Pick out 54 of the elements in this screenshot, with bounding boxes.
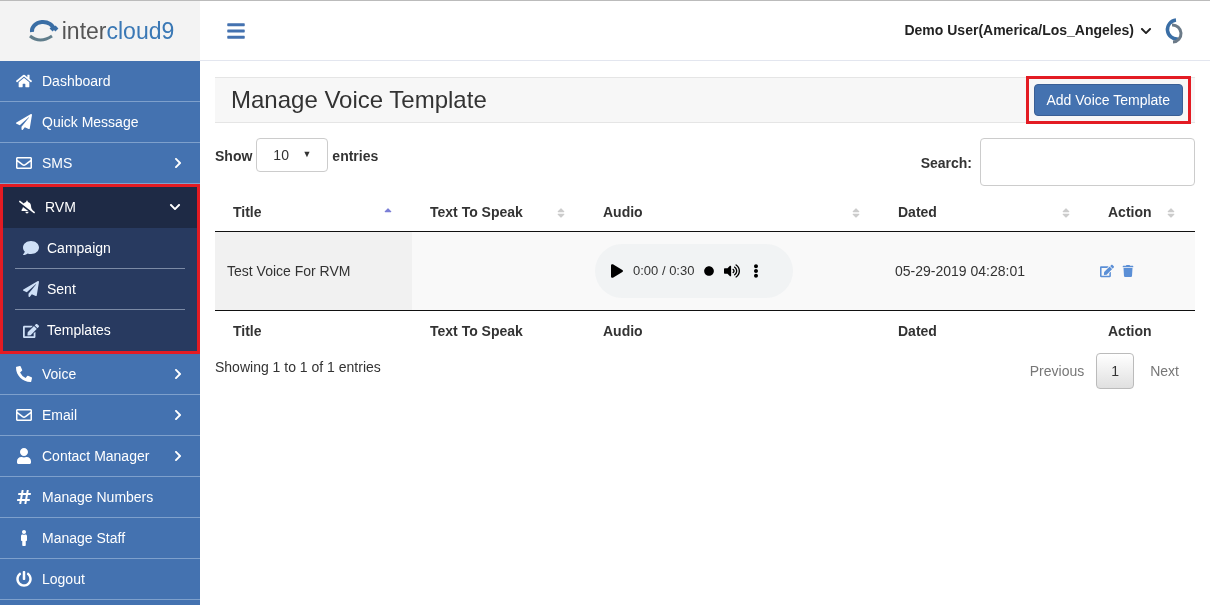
nav-item[interactable]: Voice xyxy=(0,354,200,395)
column-header[interactable]: Audio xyxy=(585,194,880,231)
speech-bubble-icon xyxy=(23,240,39,256)
search-field[interactable] xyxy=(980,138,1195,186)
nav-item[interactable]: Email xyxy=(0,395,200,436)
nav-item[interactable]: Quick Message xyxy=(0,102,200,143)
column-header[interactable]: Title xyxy=(215,194,412,231)
paper-plane-icon xyxy=(23,281,39,297)
column-header[interactable]: Text To Speak xyxy=(412,194,585,231)
nav-item[interactable]: Contact Manager xyxy=(0,436,200,477)
nav-item[interactable]: Manage Numbers xyxy=(0,477,200,518)
nav-item[interactable]: RVM xyxy=(3,187,197,228)
column-footer: Action xyxy=(1108,320,1152,342)
page-size-select[interactable]: 10 ▼ xyxy=(256,138,329,172)
power-icon xyxy=(16,571,32,587)
hash-icon xyxy=(16,489,32,505)
next-button[interactable]: Next xyxy=(1134,360,1195,382)
show-label: Show xyxy=(215,147,253,166)
page-button[interactable]: 1 xyxy=(1096,353,1135,389)
search-label: Search: xyxy=(920,154,972,173)
table-info: Showing 1 to 1 of 1 entries xyxy=(215,357,382,377)
trash-icon[interactable] xyxy=(1122,265,1134,277)
bell-slash-icon xyxy=(19,199,35,215)
column-header[interactable]: Action xyxy=(1090,194,1195,231)
edit-icon[interactable] xyxy=(1100,264,1114,278)
logo: intercloud9 xyxy=(0,1,200,61)
audio-player[interactable]: 0:00 / 0:30 xyxy=(595,244,793,298)
column-footer: Title xyxy=(233,320,262,342)
menu-button[interactable] xyxy=(224,20,248,41)
table-cell: Test Voice For RVM xyxy=(215,232,412,310)
previous-button[interactable]: Previous xyxy=(1017,360,1097,382)
table-cell-text: 05-29-2019 04:28:01 xyxy=(894,261,1026,281)
add-voice-template-button[interactable]: Add Voice Template xyxy=(1033,84,1183,116)
home-icon xyxy=(16,73,32,89)
column-footer: Audio xyxy=(603,320,643,342)
phone-icon xyxy=(16,366,32,382)
play-icon[interactable] xyxy=(611,264,623,278)
user-icon xyxy=(16,448,32,464)
paper-plane-icon xyxy=(16,114,32,130)
column-footer: Text To Speak xyxy=(430,320,523,342)
column-footer: Dated xyxy=(898,320,937,342)
nav-item[interactable]: Dashboard xyxy=(0,61,200,102)
edit-icon xyxy=(23,322,39,339)
column-header[interactable]: Dated xyxy=(880,194,1090,231)
envelope-icon xyxy=(16,155,32,171)
nav-item[interactable]: Manage Staff xyxy=(0,518,200,559)
page-title: Manage Voice Template xyxy=(231,85,488,115)
nav-item[interactable]: SMS xyxy=(0,143,200,184)
nav-item[interactable]: Logout xyxy=(0,559,200,600)
user-menu[interactable]: Demo User(America/Los_Angeles) xyxy=(904,20,1152,41)
entries-label: entries xyxy=(332,147,379,166)
audio-time: 0:00 / 0:30 xyxy=(633,262,695,281)
volume-icon[interactable] xyxy=(724,263,741,279)
envelope-icon xyxy=(16,407,32,423)
